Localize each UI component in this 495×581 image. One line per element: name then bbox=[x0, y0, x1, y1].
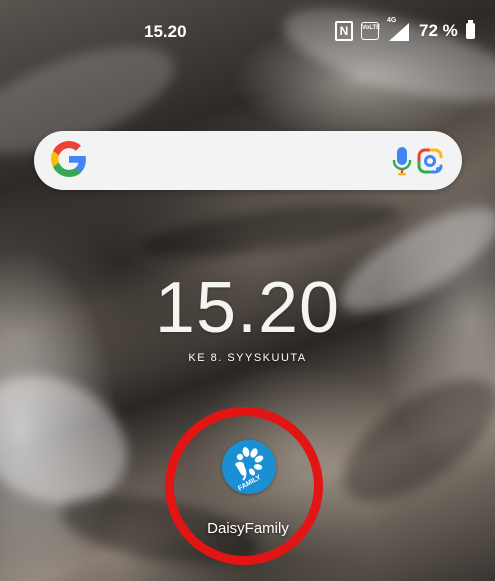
wallpaper-fold bbox=[0, 351, 148, 529]
google-search-bar[interactable] bbox=[34, 131, 462, 190]
wallpaper-fold bbox=[323, 355, 495, 525]
volte-icon: VoLTE bbox=[361, 22, 380, 40]
app-shortcut-daisyfamily[interactable]: FAMILY DaisyFamily bbox=[200, 440, 296, 550]
app-label[interactable]: DaisyFamily bbox=[200, 520, 296, 537]
battery-icon bbox=[465, 20, 475, 39]
daisy-flower-icon: FAMILY bbox=[235, 447, 264, 493]
nfc-icon: N bbox=[335, 21, 353, 41]
status-time: 15.20 bbox=[144, 22, 187, 41]
clock-widget-date[interactable]: KE 8. SYYSKUUTA bbox=[0, 352, 495, 364]
battery-percent: 72 % bbox=[419, 21, 458, 40]
status-icons: N VoLTE 4G 72 % bbox=[335, 17, 475, 44]
status-bar: 15.20 N VoLTE 4G 72 % bbox=[0, 0, 495, 62]
clock-widget-time[interactable]: 15.20 bbox=[0, 268, 495, 348]
app-icon-badge-text: FAMILY bbox=[237, 474, 262, 493]
home-screen: 15.20 N VoLTE 4G 72 % 15.20 KE 8. SYYSKU… bbox=[0, 0, 495, 581]
signal-icon: 4G bbox=[387, 17, 409, 41]
wallpaper-fold bbox=[138, 192, 402, 268]
daisyfamily-app-icon[interactable]: FAMILY bbox=[222, 440, 276, 494]
google-lens-icon[interactable] bbox=[416, 147, 444, 175]
google-g-icon[interactable] bbox=[51, 139, 87, 179]
mic-icon[interactable] bbox=[390, 145, 414, 177]
